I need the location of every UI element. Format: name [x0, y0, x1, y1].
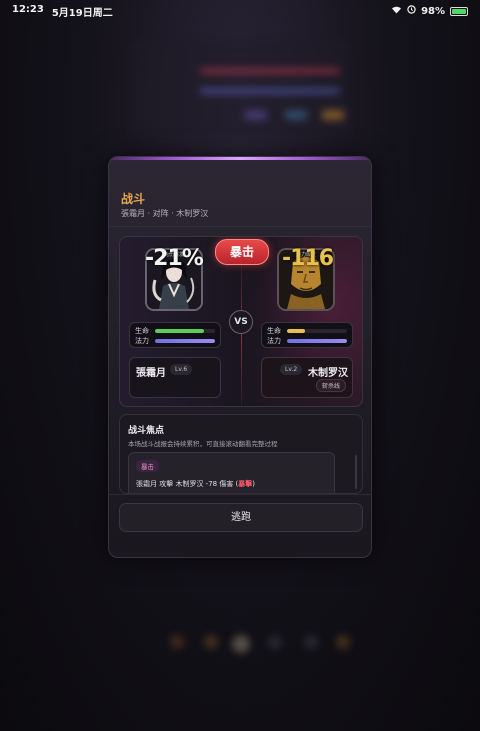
- enemy-hp-label: 生命: [267, 327, 281, 335]
- enemy-hp-fill: [287, 329, 305, 333]
- log-crit-tag: 暴击: [136, 460, 159, 472]
- battle-panel: 免伤爆发 -21% 能力爆发 -116 暴击 VS 生命 法力 生命 法力 張霜…: [119, 236, 363, 407]
- player-hp-fill: [155, 329, 205, 333]
- background-icon: [204, 635, 218, 649]
- background-hp-bar: [200, 68, 340, 74]
- player-name: 張霜月: [136, 368, 166, 379]
- enemy-hp-bar: [287, 329, 347, 333]
- enemy-level-badge: Lv.2: [280, 364, 303, 375]
- background-icon: [336, 635, 350, 649]
- log-text-prefix: 張霜月 攻擊 木制罗汉 -78 傷害 (: [136, 480, 239, 488]
- background-mp-bar: [200, 88, 340, 94]
- player-hp-bar: [155, 329, 215, 333]
- flee-button[interactable]: 逃跑: [119, 503, 363, 532]
- divider: [109, 226, 371, 227]
- modal-accent-line: [109, 157, 371, 160]
- log-text: 張霜月 攻擊 木制罗汉 -78 傷害 (暴擊): [136, 479, 255, 489]
- battle-log-entry: 暴击 張霜月 攻擊 木制罗汉 -78 傷害 (暴擊): [128, 452, 335, 493]
- enemy-mp-fill: [287, 339, 347, 343]
- background-icon: [268, 635, 282, 649]
- enemy-mp-label: 法力: [267, 337, 281, 345]
- crit-banner: 暴击: [215, 239, 269, 265]
- focus-description: 本场战斗战报会持续累积，可直接滚动翻看完整过程: [128, 440, 278, 448]
- battle-modal: 战斗 張霜月 · 对阵 · 木制罗汉 免伤爆发 -21% 能力爆发 -116 暴…: [108, 156, 372, 558]
- player-stats: 生命 法力: [129, 322, 221, 348]
- player-level-badge: Lv.6: [170, 364, 193, 375]
- player-damage-number: -21%: [145, 246, 204, 271]
- log-text-suffix: ): [252, 480, 256, 488]
- player-name-card[interactable]: 張霜月 Lv.6: [129, 357, 221, 398]
- enemy-name-card[interactable]: Lv.2 木制罗汉 斩杀线: [261, 357, 353, 398]
- enemy-name: 木制罗汉: [308, 368, 348, 379]
- background-icon: [304, 635, 318, 649]
- background-chip: [322, 110, 344, 120]
- kill-line-tag: 斩杀线: [315, 379, 346, 392]
- enemy-mp-bar: [287, 339, 347, 343]
- player-mp-bar: [155, 339, 215, 343]
- background-chip: [285, 110, 307, 120]
- log-crit-word: 暴擊: [238, 480, 253, 488]
- player-hp-label: 生命: [135, 327, 149, 335]
- enemy-damage-number: -116: [282, 246, 334, 271]
- modal-subtitle: 張霜月 · 对阵 · 木制罗汉: [121, 209, 209, 218]
- background-chip: [245, 110, 267, 120]
- background-icon: [232, 635, 250, 653]
- focus-title: 战斗焦点: [128, 426, 165, 436]
- vs-badge: VS: [229, 310, 253, 334]
- background-icon: [170, 635, 184, 649]
- modal-title: 战斗: [121, 192, 146, 206]
- center-line: [241, 265, 242, 405]
- divider: [109, 494, 371, 495]
- player-mp-fill: [155, 339, 215, 343]
- player-mp-label: 法力: [135, 337, 149, 345]
- enemy-stats: 生命 法力: [261, 322, 353, 348]
- battle-focus-section[interactable]: 战斗焦点 本场战斗战报会持续累积，可直接滚动翻看完整过程 暴击 張霜月 攻擊 木…: [119, 414, 363, 494]
- focus-scrollbar[interactable]: [355, 455, 357, 489]
